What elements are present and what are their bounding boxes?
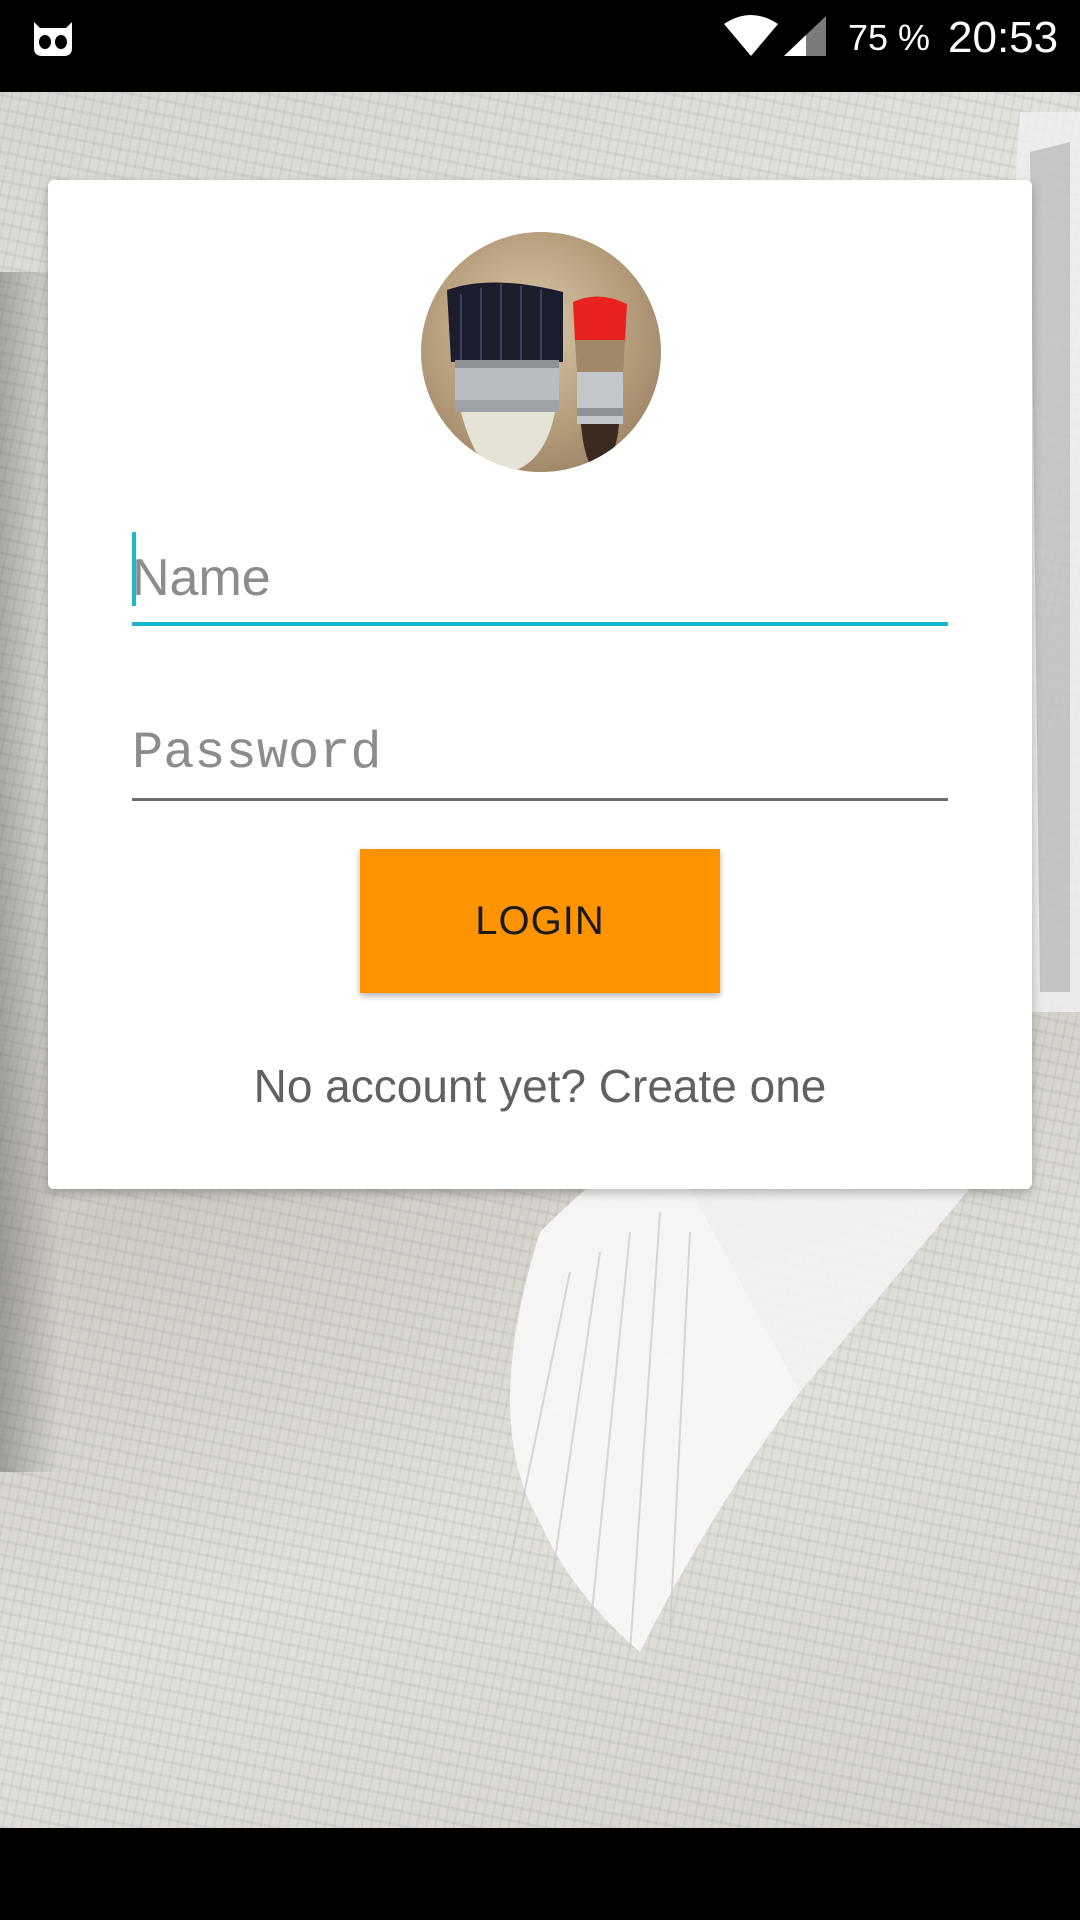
paint-brushes-icon [447,282,627,472]
status-bar: 75 % 20:53 [0,0,1080,92]
battery-percentage: 75 % [848,17,931,58]
wifi-icon [724,15,778,56]
login-button[interactable]: LOGIN [360,849,720,993]
clock: 20:53 [948,13,1059,62]
password-input[interactable] [132,722,948,786]
name-field[interactable] [132,532,948,626]
cell-signal-icon [784,16,826,56]
name-input[interactable] [132,546,948,610]
navigation-bar [0,1828,1080,1920]
cyanogen-mascot-icon [34,22,72,56]
paint-brushes-avatar [421,232,661,472]
login-screen: 75 % 20:53 Name LOGIN No account yet? Cr… [0,0,1080,1920]
password-field[interactable] [132,720,948,801]
create-account-link[interactable]: No account yet? Create one [48,1058,1032,1114]
login-card: LOGIN No account yet? Create one [48,180,1032,1189]
